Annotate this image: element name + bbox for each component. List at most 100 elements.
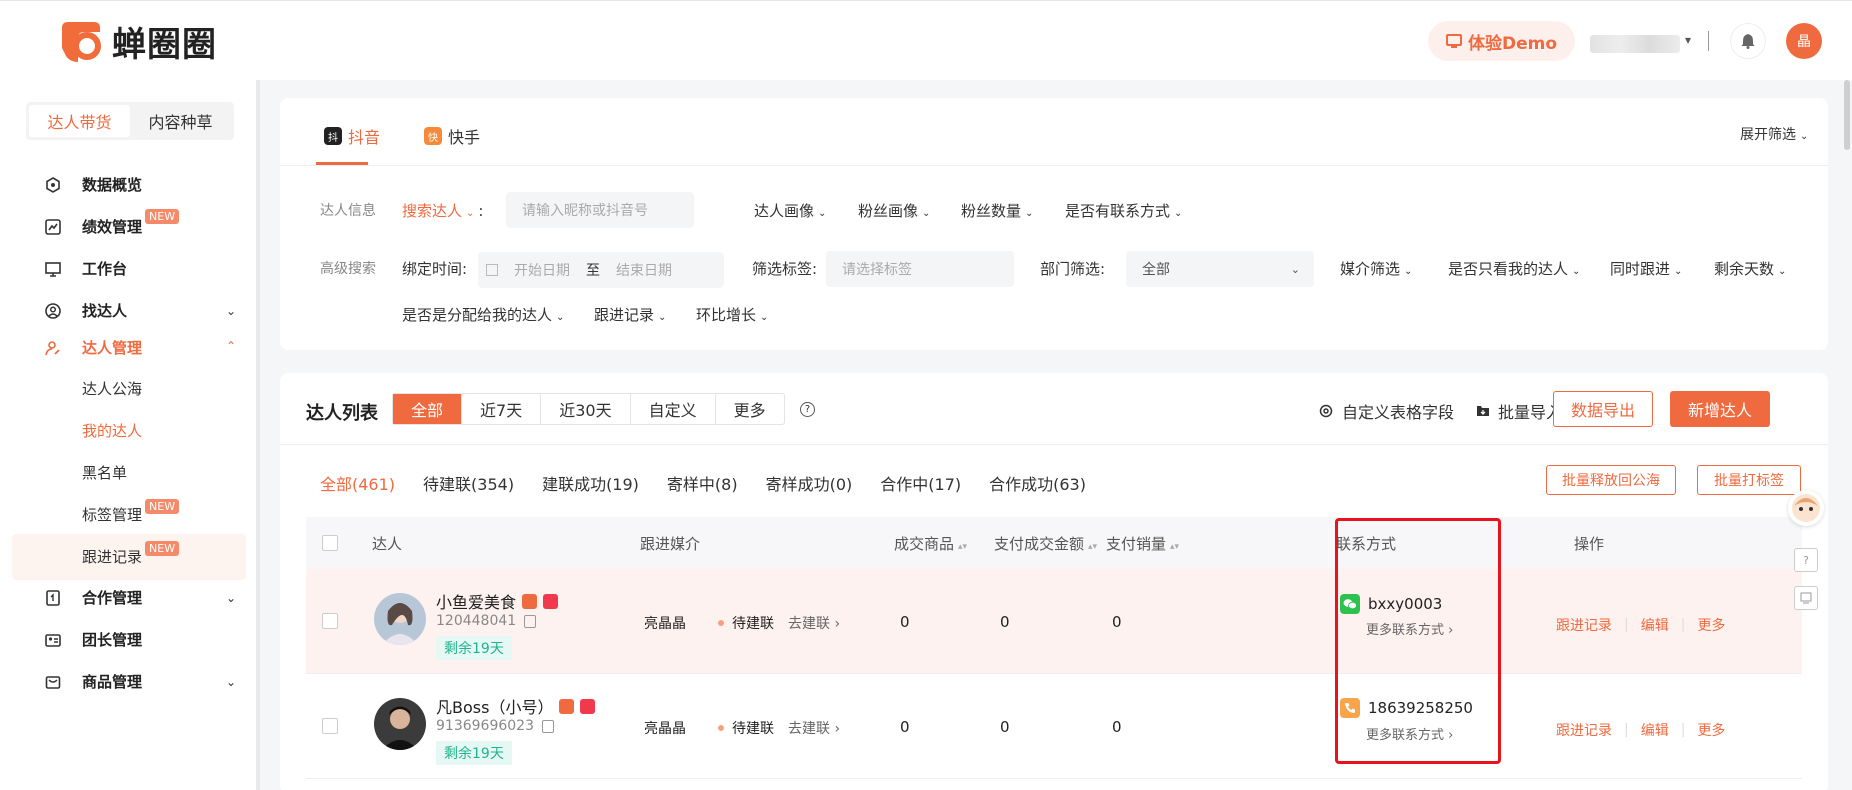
dropdown-fan-count[interactable]: 粉丝数量 ⌄: [961, 200, 1033, 221]
status-tab-sample-done[interactable]: 寄样成功(0): [766, 471, 853, 495]
sidebar-item-find[interactable]: 找达人: [44, 300, 127, 321]
sidebar-item-overview[interactable]: 数据概览: [44, 174, 142, 195]
start-date[interactable]: 开始日期: [514, 260, 570, 280]
more-link[interactable]: 更多: [1697, 615, 1725, 635]
dropdown-mom-growth[interactable]: 环比增长 ⌄: [696, 304, 768, 325]
mode-tab-sales[interactable]: 达人带货: [29, 105, 130, 137]
dropdown-assigned-to-me[interactable]: 是否是分配给我的达人 ⌄: [402, 304, 564, 325]
influencer-name[interactable]: 凡Boss（小号）: [436, 694, 596, 718]
batch-tag-button[interactable]: 批量打标签: [1697, 465, 1801, 495]
dropdown-has-contact[interactable]: 是否有联系方式 ⌄: [1065, 200, 1182, 221]
batch-release-button[interactable]: 批量释放回公海: [1546, 465, 1676, 495]
chevron-down-icon[interactable]: ⌄: [226, 304, 236, 318]
row-checkbox[interactable]: [322, 613, 338, 629]
date-range-picker[interactable]: 开始日期 至 结束日期: [478, 252, 724, 288]
dropdown-remaining-days[interactable]: 剩余天数 ⌄: [1714, 258, 1786, 279]
copy-icon[interactable]: [541, 719, 554, 733]
chevron-down-icon: ⌄: [1778, 266, 1787, 277]
select-all-checkbox[interactable]: [322, 535, 338, 551]
edit-link[interactable]: 编辑: [1641, 720, 1669, 740]
dropdown-co-follow[interactable]: 同时跟进 ⌄: [1610, 258, 1682, 279]
dropdown-follow-record[interactable]: 跟进记录 ⌄: [594, 304, 666, 325]
status-tab-pending[interactable]: 待建联(354): [423, 471, 514, 495]
user-name-blurred[interactable]: [1590, 35, 1680, 53]
sidebar-item-team[interactable]: 团长管理: [44, 629, 142, 650]
highlight-box: [1335, 518, 1501, 764]
tab-douyin[interactable]: 抖 抖音: [324, 124, 380, 148]
table-row[interactable]: 凡Boss（小号） 91369696023 剩余19天 亮晶晶 待建联 去建联 …: [306, 674, 1802, 779]
sidebar-item-performance[interactable]: 绩效管理 NEW: [44, 209, 180, 237]
avatar[interactable]: [374, 593, 426, 645]
row-checkbox[interactable]: [322, 718, 338, 734]
sidebar-sub-my-influencers[interactable]: 我的达人: [82, 420, 142, 441]
user-avatar[interactable]: 晶: [1786, 23, 1822, 59]
new-badge: NEW: [145, 541, 180, 556]
follow-record-link[interactable]: 跟进记录: [1556, 615, 1612, 635]
col-sales[interactable]: 支付销量 ▴▾: [1106, 533, 1179, 554]
status-tab-sampling[interactable]: 寄样中(8): [667, 471, 738, 495]
avatar[interactable]: [374, 698, 426, 750]
page-scrollbar[interactable]: [1844, 80, 1850, 150]
export-button[interactable]: 数据导出: [1553, 391, 1653, 427]
chevron-down-icon[interactable]: ⌄: [226, 591, 236, 605]
dropdown-only-mine[interactable]: 是否只看我的达人 ⌄: [1448, 258, 1580, 279]
follow-record-link[interactable]: 跟进记录: [1556, 720, 1612, 740]
range-tab-7d[interactable]: 近7天: [462, 394, 542, 424]
dept-select[interactable]: 全部 ⌄: [1126, 251, 1314, 287]
range-tab-custom[interactable]: 自定义: [631, 394, 716, 424]
sidebar-item-cooperation[interactable]: 合作管理: [44, 587, 142, 608]
demo-button[interactable]: 体验Demo: [1428, 21, 1576, 61]
custom-fields-button[interactable]: 自定义表格字段: [1318, 399, 1454, 423]
logo[interactable]: 蝉圈圈: [54, 17, 217, 66]
batch-import-button[interactable]: 批量导入: [1476, 399, 1562, 423]
range-tab-all[interactable]: 全部: [393, 394, 463, 424]
sidebar-scrollbar[interactable]: [256, 80, 260, 790]
dropdown-fan-profile[interactable]: 粉丝画像 ⌄: [858, 200, 930, 221]
sidebar-item-manage[interactable]: 达人管理: [44, 337, 142, 358]
bell-icon[interactable]: [1730, 23, 1766, 59]
chevron-up-icon[interactable]: ⌃: [226, 339, 236, 353]
influencer-name[interactable]: 小鱼爱美食: [436, 589, 559, 613]
end-date[interactable]: 结束日期: [616, 260, 672, 280]
copy-icon[interactable]: [524, 614, 537, 628]
sidebar-sub-follow-records[interactable]: 跟进记录 NEW: [82, 541, 180, 567]
tag-select[interactable]: 请选择标签: [826, 251, 1014, 287]
sidebar-sub-tag-manage[interactable]: 标签管理 NEW: [82, 499, 180, 525]
mode-tab-content[interactable]: 内容种草: [130, 105, 231, 137]
influencer-uid: 91369696023: [436, 718, 554, 734]
sidebar-item-workbench[interactable]: 工作台: [44, 258, 127, 279]
connect-link[interactable]: 去建联 ›: [788, 613, 840, 633]
range-tab-30d[interactable]: 近30天: [541, 394, 631, 424]
dropdown-influencer-profile[interactable]: 达人画像 ⌄: [754, 200, 826, 221]
help-icon[interactable]: ?: [800, 402, 815, 417]
status-tab-coop-done[interactable]: 合作成功(63): [989, 471, 1086, 495]
range-tab-more[interactable]: 更多: [716, 394, 784, 424]
demo-icon: [1446, 34, 1462, 48]
connect-link[interactable]: 去建联 ›: [788, 718, 840, 738]
col-gmv[interactable]: 支付成交金额 ▴▾: [994, 533, 1097, 554]
assistant-avatar-icon[interactable]: [1788, 490, 1824, 526]
expand-filter-link[interactable]: 展开筛选 ⌄: [1740, 124, 1808, 144]
help-icon[interactable]: ?: [1794, 548, 1818, 572]
list-title: 达人列表: [306, 403, 378, 424]
status-tabs: 全部(461) 待建联(354) 建联成功(19) 寄样中(8) 寄样成功(0)…: [320, 471, 1086, 495]
sidebar-sub-public-pool[interactable]: 达人公海: [82, 378, 142, 399]
search-input[interactable]: 请输入昵称或抖音号: [506, 192, 694, 228]
sidebar-item-goods[interactable]: 商品管理: [44, 671, 142, 692]
search-mode-select[interactable]: 搜索达人 ⌄:: [402, 200, 483, 221]
table-row[interactable]: 小鱼爱美食 120448041 剩余19天 亮晶晶 待建联 去建联 › 0 0 …: [306, 569, 1802, 674]
feedback-icon[interactable]: [1794, 586, 1818, 610]
edit-link[interactable]: 编辑: [1641, 615, 1669, 635]
status-tab-cooperating[interactable]: 合作中(17): [880, 471, 961, 495]
chevron-down-icon[interactable]: ⌄: [226, 675, 236, 689]
status-tab-connected[interactable]: 建联成功(19): [542, 471, 639, 495]
more-link[interactable]: 更多: [1697, 720, 1725, 740]
add-influencer-button[interactable]: 新增达人: [1670, 391, 1770, 427]
dropdown-media[interactable]: 媒介筛选 ⌄: [1340, 258, 1412, 279]
chevron-down-icon: ⌄: [1404, 266, 1413, 277]
tab-kuaishou[interactable]: 快 快手: [424, 124, 480, 148]
status-tab-all[interactable]: 全部(461): [320, 471, 395, 495]
caret-down-icon[interactable]: ▾: [1685, 33, 1691, 47]
sidebar-sub-blacklist[interactable]: 黑名单: [82, 462, 127, 483]
col-goods[interactable]: 成交商品 ▴▾: [894, 533, 967, 554]
